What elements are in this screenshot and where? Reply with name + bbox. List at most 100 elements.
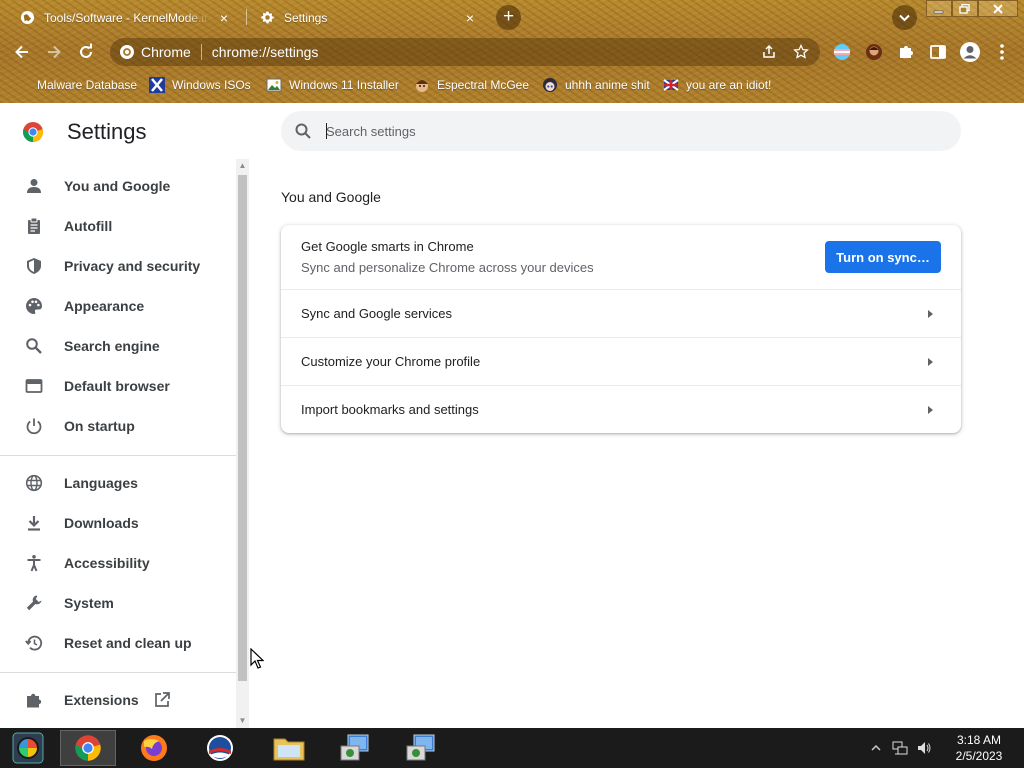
tab-settings[interactable]: Settings × — [250, 3, 488, 32]
bookmark-espectral-mcgee[interactable]: Espectral McGee — [414, 75, 529, 95]
clock[interactable]: 3:18 AM 2/5/2023 — [944, 732, 1014, 764]
sidebar-item-label: Extensions — [64, 692, 139, 708]
tab-title: Settings — [284, 10, 328, 25]
bookmark-anime[interactable]: uhhh anime shit — [542, 75, 650, 95]
sidebar-divider — [0, 455, 236, 456]
bookmark-malware-database[interactable]: Malware Database — [14, 75, 137, 95]
new-tab-button[interactable]: + — [496, 5, 521, 30]
side-panel-button[interactable] — [927, 41, 949, 63]
restore-button[interactable] — [952, 0, 978, 17]
row-import-bookmarks[interactable]: Import bookmarks and settings — [281, 385, 961, 433]
profile-button[interactable] — [959, 41, 981, 63]
network-icon[interactable] — [892, 740, 908, 756]
address-bar[interactable]: Chrome chrome://settings — [110, 38, 820, 66]
settings-page: Settings You and Google Autofill Privacy… — [0, 103, 1024, 728]
sidebar-item-accessibility[interactable]: Accessibility — [0, 543, 236, 583]
share-icon[interactable] — [761, 44, 777, 60]
puzzle-icon — [900, 46, 913, 58]
tab-kernelmode[interactable]: Tools/Software - KernelMode.info × — [10, 3, 242, 32]
start-orb-icon — [12, 732, 44, 764]
sidebar-item-appearance[interactable]: Appearance — [0, 286, 236, 326]
taskbar-firefox[interactable] — [126, 730, 182, 766]
sidebar-scrollbar[interactable]: ▲ ▼ — [236, 159, 249, 728]
extensions-button[interactable] — [895, 41, 917, 63]
taskbar-obama-app[interactable] — [192, 730, 248, 766]
firefox-logo-icon — [141, 735, 167, 761]
search-bar[interactable] — [281, 111, 961, 151]
arrow-right-icon — [928, 357, 933, 366]
browser-frame: Tools/Software - KernelMode.info × Setti… — [0, 0, 1024, 103]
close-tab-icon[interactable]: × — [462, 10, 478, 26]
taskbar-installer-2[interactable] — [393, 730, 449, 766]
obama-logo-icon — [207, 735, 233, 761]
minimize-button[interactable] — [926, 0, 952, 17]
turn-on-sync-button[interactable]: Turn on sync… — [825, 241, 941, 273]
show-hidden-icons-icon[interactable] — [870, 742, 882, 754]
sidebar-item-label: Reset and clean up — [64, 635, 192, 651]
image-icon — [266, 78, 282, 92]
tab-search-button[interactable] — [892, 5, 917, 30]
history-icon — [24, 633, 44, 653]
tab-divider — [246, 9, 247, 25]
sidebar-item-search-engine[interactable]: Search engine — [0, 326, 236, 366]
menu-button[interactable] — [991, 41, 1013, 63]
reload-icon — [80, 43, 92, 58]
sidebar-item-you-and-google[interactable]: You and Google — [0, 166, 236, 206]
sidebar-item-label: System — [64, 595, 114, 611]
sidebar-item-label: Appearance — [64, 298, 145, 314]
sidebar-item-privacy[interactable]: Privacy and security — [0, 246, 236, 286]
sidebar-item-autofill[interactable]: Autofill — [0, 206, 236, 246]
row-label: Customize your Chrome profile — [301, 354, 481, 369]
scrollbar-thumb[interactable] — [238, 175, 247, 681]
row-customize-profile[interactable]: Customize your Chrome profile — [281, 337, 961, 385]
toolbar: Chrome chrome://settings — [0, 34, 1024, 70]
text-caret — [326, 123, 327, 139]
side-panel-icon — [930, 45, 946, 59]
bookmark-windows11-installer[interactable]: Windows 11 Installer — [266, 75, 399, 95]
row-sync-google-services[interactable]: Sync and Google services — [281, 289, 961, 337]
arrow-right-icon — [928, 309, 933, 318]
taskbar-file-explorer[interactable] — [261, 730, 317, 766]
close-tab-icon[interactable]: × — [216, 10, 232, 26]
reload-button[interactable] — [75, 41, 97, 63]
start-button[interactable] — [0, 730, 56, 766]
scroll-up-icon[interactable]: ▲ — [238, 161, 247, 170]
extension-flag-button[interactable] — [831, 41, 853, 63]
bookmark-star-icon[interactable] — [793, 44, 809, 60]
kebab-menu-icon — [1000, 44, 1004, 60]
sidebar-item-system[interactable]: System — [0, 583, 236, 623]
sidebar-item-extensions[interactable]: Extensions — [0, 680, 236, 720]
installer-icon — [406, 734, 435, 761]
forward-button[interactable] — [43, 41, 65, 63]
extension-avatar-button[interactable] — [863, 41, 885, 63]
sidebar-item-downloads[interactable]: Downloads — [0, 503, 236, 543]
globe-favicon-icon — [20, 10, 35, 25]
back-button[interactable] — [11, 41, 33, 63]
scroll-down-icon[interactable]: ▼ — [238, 716, 247, 725]
palette-icon — [24, 296, 44, 316]
system-tray — [870, 728, 932, 768]
clipboard-icon — [24, 216, 44, 236]
sync-title: Get Google smarts in Chrome — [301, 239, 474, 254]
bookmark-label: Windows ISOs — [172, 78, 251, 92]
taskbar-chrome[interactable] — [60, 730, 116, 766]
sync-subtitle: Sync and personalize Chrome across your … — [301, 260, 594, 275]
close-icon — [993, 4, 1003, 14]
volume-icon[interactable] — [916, 740, 932, 756]
tab-strip: Tools/Software - KernelMode.info × Setti… — [0, 0, 1024, 34]
accessibility-icon — [24, 553, 44, 573]
clock-date: 2/5/2023 — [955, 749, 1003, 763]
search-input[interactable] — [326, 123, 926, 139]
sidebar-item-default-browser[interactable]: Default browser — [0, 366, 236, 406]
sidebar-item-on-startup[interactable]: On startup — [0, 406, 236, 446]
wrench-icon — [24, 593, 44, 613]
clock-time: 3:18 AM — [956, 733, 1002, 747]
sidebar-item-languages[interactable]: Languages — [0, 463, 236, 503]
forward-arrow-icon — [48, 45, 61, 59]
close-window-button[interactable] — [978, 0, 1018, 17]
bookmark-you-are-an-idiot[interactable]: you are an idiot! — [663, 75, 771, 95]
sync-promo: Get Google smarts in Chrome Sync and per… — [301, 239, 594, 275]
bookmark-windows-isos[interactable]: Windows ISOs — [149, 75, 251, 95]
taskbar-installer-1[interactable] — [327, 730, 383, 766]
sidebar-item-reset[interactable]: Reset and clean up — [0, 623, 236, 663]
